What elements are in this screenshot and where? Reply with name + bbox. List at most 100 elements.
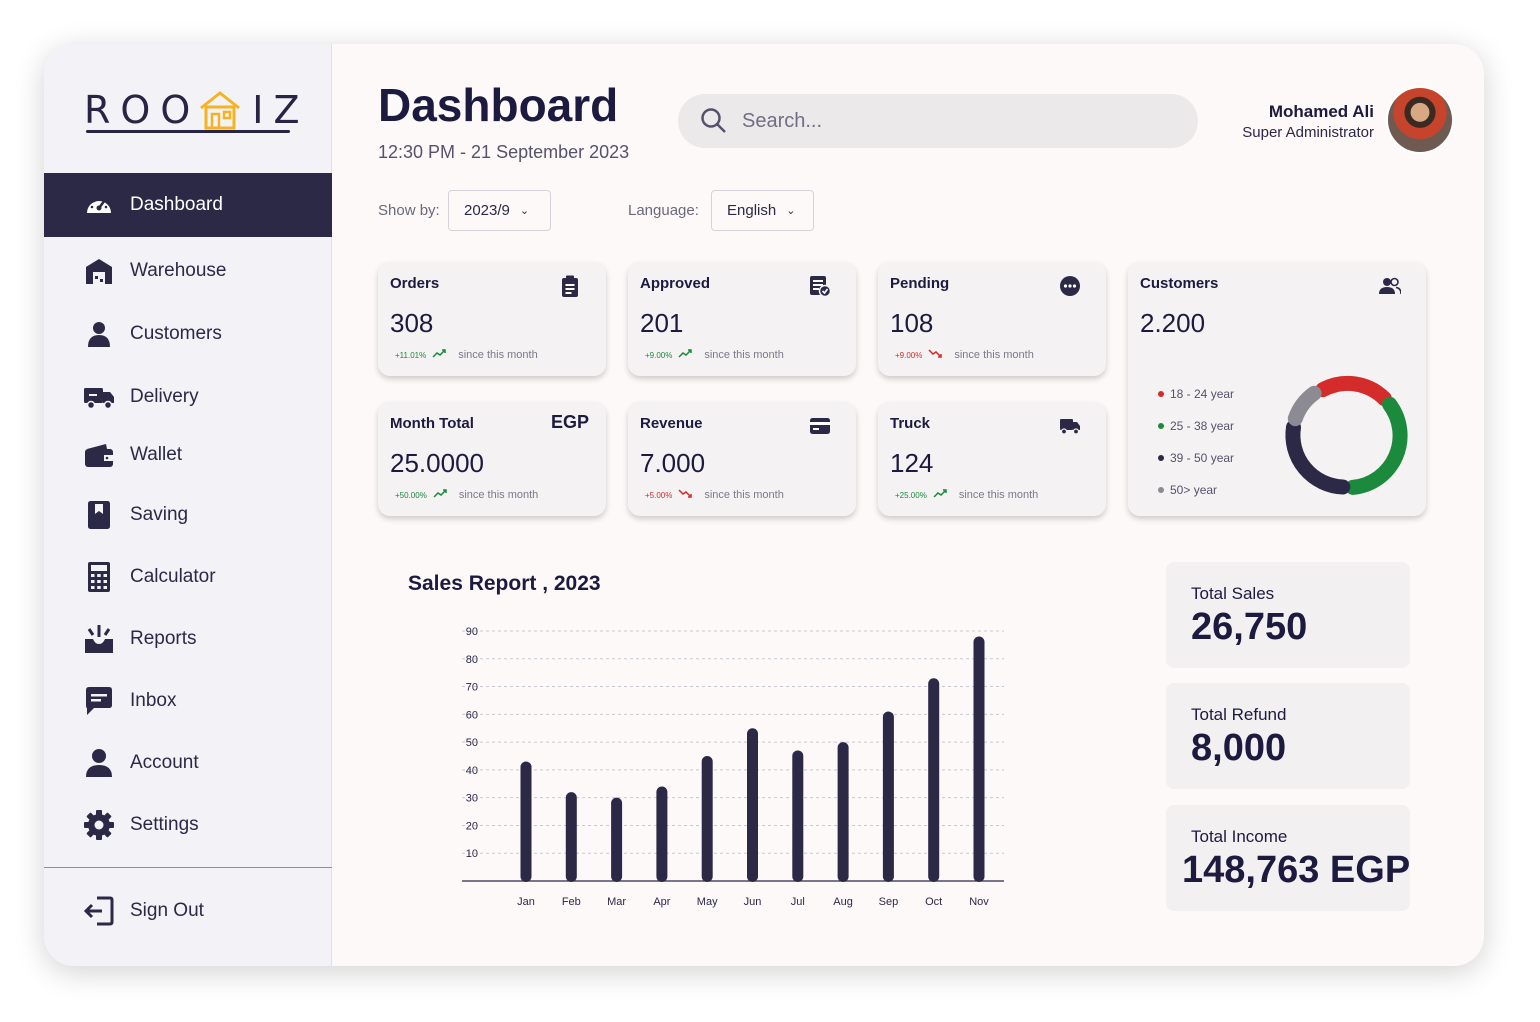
bookmark-icon (82, 498, 116, 532)
card-percent: +5.00% (645, 490, 673, 500)
card-since: since this month (458, 489, 539, 501)
sidebar-item-dashboard[interactable]: Dashboard (44, 173, 332, 237)
sidebar-item-label: Warehouse (130, 260, 227, 281)
truck-icon (1058, 414, 1082, 438)
card-footer: +9.00% since this month (895, 349, 1034, 361)
y-tick-label: 50 (466, 737, 478, 749)
y-tick-label: 60 (466, 709, 478, 721)
x-tick-label: Jan (517, 896, 535, 908)
bar (656, 786, 668, 882)
inbox-icon (82, 684, 116, 718)
x-tick-label: Feb (562, 896, 581, 908)
chevron-down-icon: ⌄ (519, 205, 530, 217)
bar (611, 797, 623, 882)
stat-value: 8,000 (1191, 727, 1287, 769)
sidebar-item-inbox[interactable]: Inbox (44, 669, 332, 733)
customers-card[interactable]: Customers 2.200 18 - 24 year 25 - 38 yea… (1128, 262, 1426, 516)
sidebar-item-reports[interactable]: Reports (44, 607, 332, 671)
legend-dot (1158, 455, 1164, 461)
donut-segment-39-50 (1285, 419, 1351, 495)
logo-text-left: ROO (84, 88, 201, 132)
y-tick-label: 40 (466, 765, 478, 777)
legend-label: 39 - 50 year (1170, 451, 1235, 465)
approved-card[interactable]: Approved 201 +9.00% since this month (628, 262, 856, 376)
x-tick-label: Apr (653, 896, 670, 908)
language-select[interactable]: English ⌄ (711, 190, 814, 231)
orders-card[interactable]: Orders 308 +11.01% since this month (378, 262, 606, 376)
card-value: 201 (640, 308, 684, 338)
stat-value: 148,763 EGP (1182, 849, 1411, 891)
card-since: since this month (954, 349, 1034, 361)
sidebar-item-account[interactable]: Account (44, 731, 332, 795)
sign-out-button[interactable]: Sign Out (44, 879, 332, 943)
pending-card[interactable]: Pending 108 +9.00% since this month (878, 262, 1106, 376)
card-percent: +9.00% (895, 350, 923, 360)
sidebar-item-settings[interactable]: Settings (44, 793, 332, 857)
sales-bar-chart: 10 20 30 40 50 60 70 80 90 Jan Feb Mar Apr May Jun Jul A… (462, 626, 1004, 908)
card-value: 308 (390, 308, 434, 338)
card-percent: +11.01% (395, 350, 427, 360)
chevron-down-icon: ⌄ (786, 205, 796, 217)
y-tick-label: 70 (466, 682, 478, 694)
account-icon (82, 746, 116, 780)
show-by-select[interactable]: 2023/9 ⌄ (448, 190, 551, 231)
bar (882, 711, 894, 882)
search-input[interactable] (742, 109, 1162, 133)
legend-dot (1158, 487, 1164, 493)
sidebar-item-label: Inbox (130, 690, 177, 711)
logo-text-right: IZ (252, 88, 310, 132)
truck-card[interactable]: Truck 124 +25.00% since this month (878, 402, 1106, 516)
sidebar-item-label: Reports (130, 628, 197, 649)
legend-dot (1158, 391, 1164, 397)
card-since: since this month (958, 489, 1039, 501)
stat-label: Total Refund (1191, 705, 1287, 724)
person-icon (82, 317, 116, 351)
sidebar-item-label: Settings (130, 814, 199, 835)
trend-up-icon (933, 489, 947, 501)
sidebar-item-label: Dashboard (130, 194, 223, 215)
card-title: Customers (1140, 275, 1219, 292)
chart-title: Sales Report , 2023 (408, 572, 601, 595)
legend-dot (1158, 423, 1164, 429)
y-tick-label: 30 (466, 793, 478, 805)
revenue-card[interactable]: Revenue 7.000 +5.00% since this month (628, 402, 856, 516)
trend-down-icon (928, 349, 943, 361)
y-tick-label: 10 (466, 848, 478, 860)
search-bar[interactable] (678, 94, 1198, 148)
sidebar-item-saving[interactable]: Saving (44, 483, 332, 547)
show-by-value: 2023/9 (464, 202, 510, 219)
x-tick-label: May (697, 896, 718, 908)
sidebar-item-delivery[interactable]: Delivery (44, 365, 332, 429)
card-value: 25.0000 (390, 448, 484, 478)
bar (747, 728, 758, 882)
x-tick-label: Mar (607, 896, 626, 908)
legend-label: 25 - 38 year (1170, 419, 1235, 433)
card-since: since this month (704, 489, 784, 501)
donut-segment-18-24 (1315, 375, 1392, 406)
month-total-card[interactable]: Month Total EGP 25.0000 +50.00% since th… (378, 402, 606, 516)
user-name: Mohamed Ali (1268, 102, 1374, 121)
clipboard-icon (558, 274, 582, 298)
card-percent: +25.00% (895, 490, 927, 500)
stat-label: Total Income (1191, 827, 1288, 846)
language-label: Language: (628, 202, 699, 219)
y-tick-label: 90 (466, 626, 478, 638)
card-percent: +50.00% (395, 490, 427, 500)
sidebar-item-wallet[interactable]: Wallet (44, 423, 332, 487)
card-icon (808, 414, 832, 438)
avatar[interactable] (1386, 86, 1454, 154)
total-income-panel: Total Income 148,763 EGP (1166, 805, 1410, 911)
language-value: English (727, 202, 777, 219)
sidebar-item-customers[interactable]: Customers (44, 302, 332, 366)
warehouse-icon (82, 254, 116, 288)
card-title: Truck (890, 415, 931, 432)
sidebar-item-label: Saving (130, 504, 189, 525)
x-tick-label: Aug (833, 896, 853, 908)
x-tick-label: Jul (791, 896, 805, 908)
currency-label: EGP (550, 412, 589, 432)
sidebar-item-calculator[interactable]: Calculator (44, 545, 332, 609)
x-tick-label: Sep (879, 896, 899, 908)
sidebar-item-warehouse[interactable]: Warehouse (44, 239, 332, 303)
card-title: Pending (890, 275, 950, 292)
card-footer: +11.01% since this month (395, 349, 538, 361)
